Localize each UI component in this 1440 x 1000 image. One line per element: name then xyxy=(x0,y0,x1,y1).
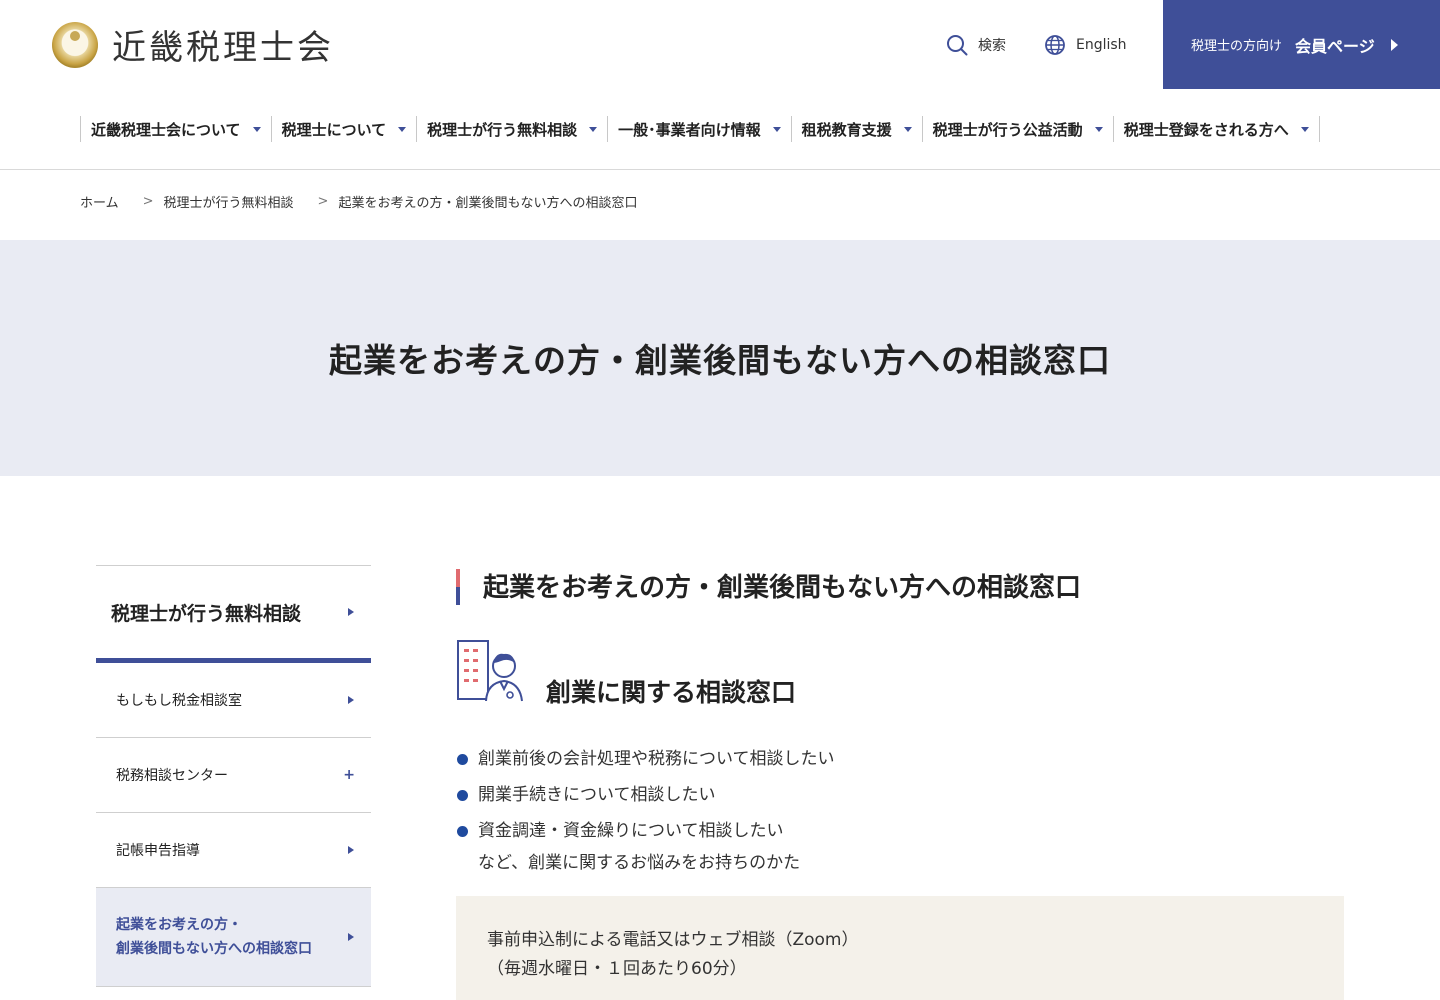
emblem-icon xyxy=(52,21,98,68)
nav-label: 租税教育支援 xyxy=(801,120,892,139)
caret-down-icon xyxy=(589,126,598,132)
nav-item-public-activities[interactable]: 税理士が行う公益活動 xyxy=(921,116,1113,142)
sidebar-item-label: 記帳申告指導 xyxy=(116,843,200,859)
nav-item-tax-education[interactable]: 租税教育支援 xyxy=(790,116,922,142)
english-label: English xyxy=(1076,36,1127,53)
site-logo[interactable]: 近畿税理士会 xyxy=(52,20,334,69)
startup-consultant-icon xyxy=(457,640,523,702)
nav-item-registration[interactable]: 税理士登録をされる方へ xyxy=(1112,116,1320,142)
list-item-text: 創業前後の会計処理や税務について相談したい xyxy=(478,749,835,769)
globe-icon xyxy=(1045,34,1065,55)
nav-item-free-consultation[interactable]: 税理士が行う無料相談 xyxy=(416,116,607,142)
caret-down-icon xyxy=(1300,126,1309,132)
search-icon xyxy=(947,34,968,55)
info-line-2: （毎週水曜日・１回あたり60分） xyxy=(487,959,747,979)
triangle-right-icon xyxy=(348,933,354,941)
main-content: 起業をお考えの方・創業後間もない方への相談窓口 創業に関する相談窓口 創業前後の… xyxy=(456,565,1344,1000)
arrow-right-icon xyxy=(1390,38,1398,51)
nav-label: 近畿税理士会について xyxy=(91,120,241,139)
bullet-icon xyxy=(457,790,468,801)
nav-label: 税理士登録をされる方へ xyxy=(1123,120,1289,139)
member-page-button[interactable]: 税理士の方向け 会員ページ xyxy=(1163,0,1440,89)
list-item: 創業前後の会計処理や税務について相談したい xyxy=(456,745,835,774)
nav-label: 一般･事業者向け情報 xyxy=(618,120,761,139)
nav-item-about-tax-accountant[interactable]: 税理士について xyxy=(270,116,417,142)
caret-down-icon xyxy=(903,126,912,132)
sidebar-item-label-line1: 起業をお考えの方・ xyxy=(116,917,242,933)
sidebar-item-bookkeeping[interactable]: 記帳申告指導 xyxy=(96,813,371,888)
triangle-right-icon xyxy=(348,608,354,616)
triangle-right-icon xyxy=(348,846,354,854)
list-note: など、創業に関するお悩みをお持ちのかた xyxy=(478,853,801,873)
list-item-text: 資金調達・資金繰りについて相談したい xyxy=(478,821,784,841)
search-label: 検索 xyxy=(978,37,1006,54)
sidebar-heading[interactable]: 税理士が行う無料相談 xyxy=(96,565,371,658)
nav-label: 税理士が行う無料相談 xyxy=(427,120,578,139)
sidebar-item-label-line2: 創業後間もない方への相談窓口 xyxy=(116,941,312,957)
breadcrumb-free-consultation[interactable]: 税理士が行う無料相談 xyxy=(164,192,294,211)
nav-item-general-business-info[interactable]: 一般･事業者向け情報 xyxy=(607,116,791,142)
sidebar-item-tax-center[interactable]: 税務相談センター + xyxy=(96,738,371,813)
sidebar-item-moshimoshi[interactable]: もしもし税金相談室 xyxy=(96,663,371,738)
caret-down-icon xyxy=(772,126,781,132)
nav-label: 税理士が行う公益活動 xyxy=(932,120,1083,139)
subsection-heading: 創業に関する相談窓口 xyxy=(456,639,796,707)
nav-item-about-association[interactable]: 近畿税理士会について xyxy=(80,116,271,142)
logo-text: 近畿税理士会 xyxy=(112,28,334,68)
chevron-right-icon: > xyxy=(142,194,154,209)
english-link[interactable]: English xyxy=(1044,0,1127,89)
chevron-right-icon: > xyxy=(317,194,329,209)
bullet-icon xyxy=(457,826,468,837)
page-title: 起業をお考えの方・創業後間もない方への相談窓口 xyxy=(329,341,1111,380)
consultation-info-box: 事前申込制による電話又はウェブ相談（Zoom） （毎週水曜日・１回あたり60分） xyxy=(456,896,1344,1000)
global-nav: 近畿税理士会について 税理士について 税理士が行う無料相談 一般･事業者向け情報… xyxy=(80,116,1320,142)
triangle-right-icon xyxy=(348,696,354,704)
list-item-text: 開業手続きについて相談したい xyxy=(478,785,716,805)
sidebar-item-startup-consultation[interactable]: 起業をお考えの方・ 創業後間もない方への相談窓口 xyxy=(96,888,371,987)
section-title: 起業をお考えの方・創業後間もない方への相談窓口 xyxy=(456,565,1344,605)
nav-divider xyxy=(0,169,1440,170)
nav-label: 税理士について xyxy=(281,120,387,139)
sidebar-heading-label: 税理士が行う無料相談 xyxy=(111,602,302,625)
member-small-label: 税理士の方向け xyxy=(1191,39,1283,54)
site-header: 近畿税理士会 検索 English 税理士の方向け 会員ページ xyxy=(0,0,1440,89)
caret-down-icon xyxy=(252,126,261,132)
breadcrumb-current: 起業をお考えの方・創業後間もない方への相談窓口 xyxy=(338,196,638,211)
list-item: 開業手続きについて相談したい xyxy=(456,781,835,810)
subsection-title: 創業に関する相談窓口 xyxy=(546,678,797,707)
sidebar-item-label: 起業をお考えの方・ 創業後間もない方への相談窓口 xyxy=(116,913,312,961)
member-big-label: 会員ページ xyxy=(1295,36,1375,56)
caret-down-icon xyxy=(398,126,407,132)
consultation-topics-list: 創業前後の会計処理や税務について相談したい 開業手続きについて相談したい 資金調… xyxy=(456,745,835,853)
search-link[interactable]: 検索 xyxy=(946,0,1006,89)
plus-icon[interactable]: + xyxy=(343,767,355,783)
info-line-1: 事前申込制による電話又はウェブ相談（Zoom） xyxy=(487,930,859,950)
list-item: 資金調達・資金繰りについて相談したい xyxy=(456,817,835,846)
page-hero: 起業をお考えの方・創業後間もない方への相談窓口 xyxy=(0,240,1440,476)
breadcrumb: ホーム > 税理士が行う無料相談 > 起業をお考えの方・創業後間もない方への相談… xyxy=(80,192,637,211)
sidebar-item-label: 税務相談センター xyxy=(116,768,228,784)
sidebar: 税理士が行う無料相談 もしもし税金相談室 税務相談センター + 記帳申告指導 起… xyxy=(96,565,371,987)
caret-down-icon xyxy=(1094,126,1103,132)
sidebar-item-label: もしもし税金相談室 xyxy=(116,693,242,709)
breadcrumb-home[interactable]: ホーム xyxy=(80,192,119,211)
bullet-icon xyxy=(457,754,468,765)
